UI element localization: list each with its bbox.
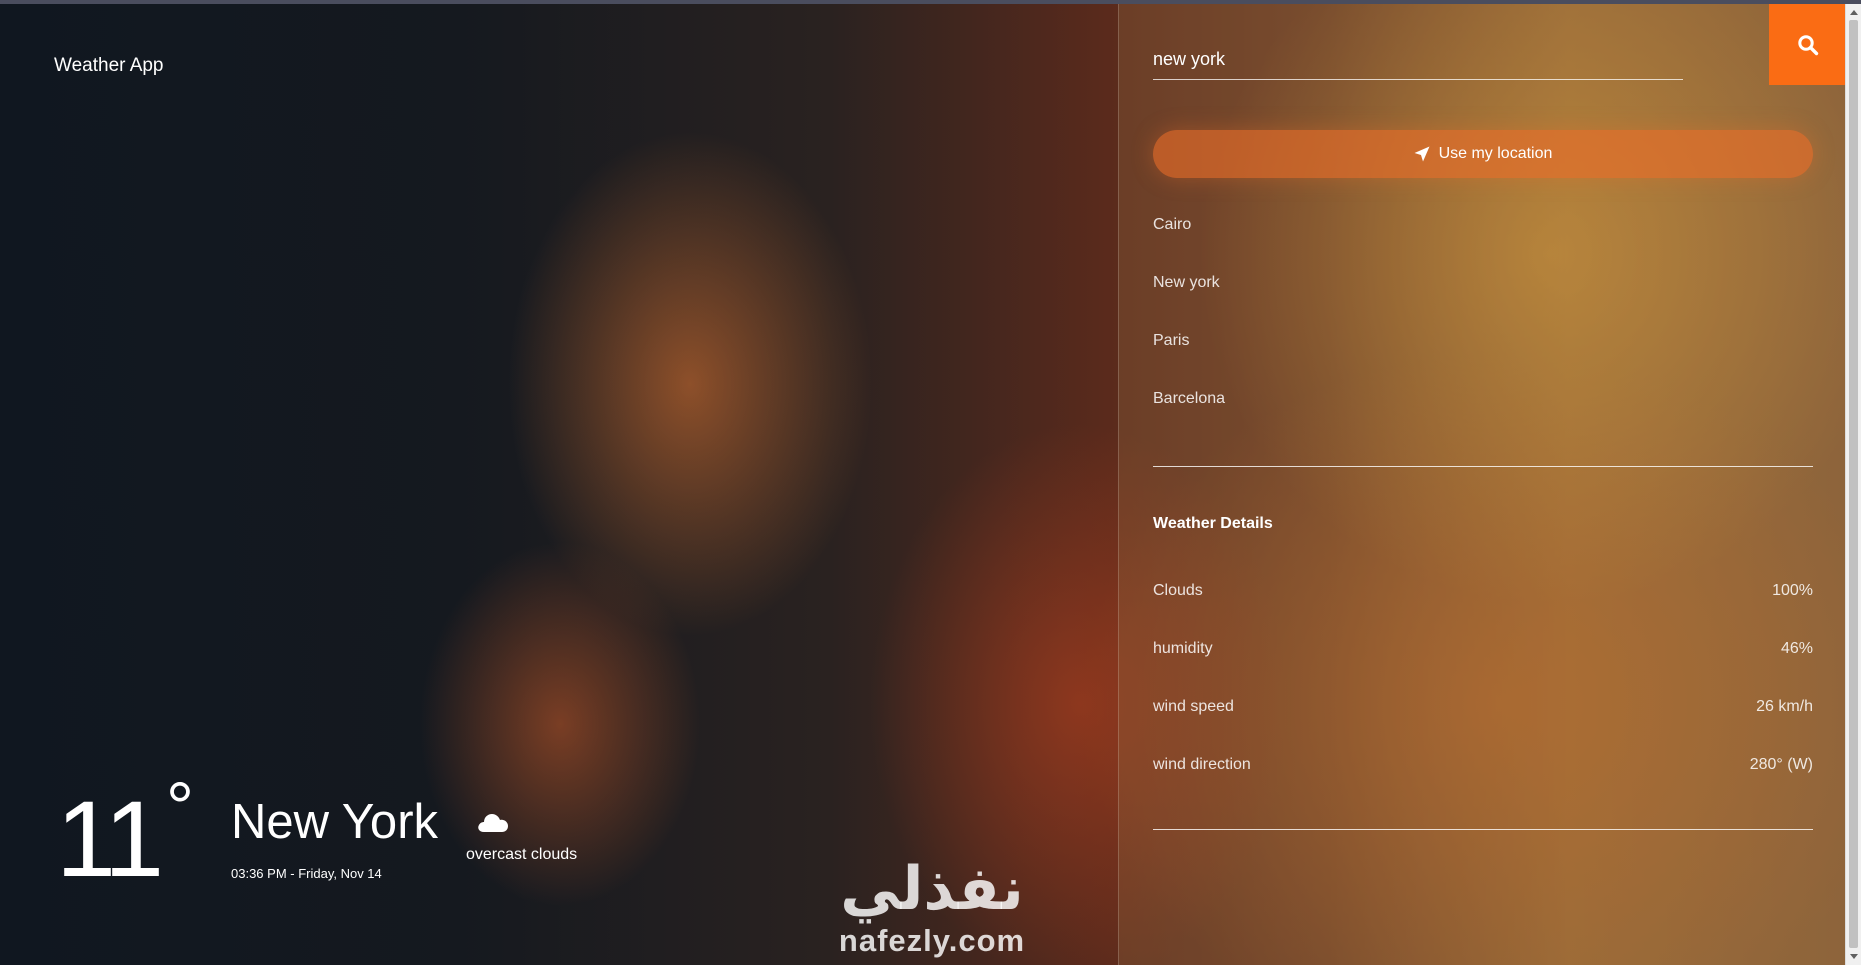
detail-value: 26 km/h [1756, 698, 1813, 715]
location-arrow-icon [1414, 146, 1430, 162]
watermark-logo: نفذلي nafezly.com [822, 854, 1042, 965]
detail-value: 100% [1772, 582, 1813, 599]
detail-row-wind-direction: wind direction 280° (W) [1153, 755, 1813, 813]
city-name: New York [231, 795, 439, 849]
page-scrollbar[interactable] [1845, 4, 1861, 965]
detail-row-wind-speed: wind speed 26 km/h [1153, 697, 1813, 755]
side-panel: Use my location Cairo New york Paris Bar… [1118, 4, 1845, 965]
city-item-paris[interactable]: Paris [1153, 331, 1813, 389]
detail-row-humidity: humidity 46% [1153, 639, 1813, 697]
city-item-new-york[interactable]: New york [1153, 273, 1813, 331]
detail-row-clouds: Clouds 100% [1153, 581, 1813, 639]
details-title: Weather Details [1153, 515, 1273, 532]
divider [1153, 466, 1813, 467]
detail-value: 46% [1780, 640, 1813, 657]
scroll-thumb[interactable] [1849, 20, 1858, 948]
search-icon [1797, 34, 1818, 55]
cloud-icon [478, 814, 508, 832]
condition-text: overcast clouds [466, 846, 578, 863]
watermark-url-text: nafezly.com [838, 923, 1026, 958]
condition-block: overcast clouds [466, 810, 577, 864]
search-input[interactable] [1153, 40, 1683, 80]
watermark-arabic-text: نفذلي [840, 854, 1024, 924]
scroll-down-arrow-icon[interactable] [1850, 954, 1858, 959]
detail-label: humidity [1153, 640, 1213, 657]
temperature: 11 [56, 778, 164, 899]
use-location-button[interactable]: Use my location [1153, 130, 1813, 178]
city-item-cairo[interactable]: Cairo [1153, 215, 1813, 273]
weather-app: Weather App 11 ° New York 03:36 PM - Fri… [0, 4, 1845, 965]
detail-label: Clouds [1153, 582, 1203, 599]
divider [1153, 829, 1813, 830]
weather-details: Clouds 100% humidity 46% wind speed 26 k… [1153, 581, 1813, 813]
detail-value: 280° (W) [1749, 756, 1813, 773]
scroll-up-arrow-icon[interactable] [1850, 10, 1858, 15]
recent-cities-list: Cairo New york Paris Barcelona [1153, 215, 1813, 447]
use-location-label: Use my location [1438, 145, 1553, 162]
search-button[interactable] [1769, 4, 1845, 85]
date-time: 03:36 PM - Friday, Nov 14 [231, 866, 382, 881]
detail-label: wind speed [1153, 698, 1234, 715]
city-block: New York 03:36 PM - Friday, Nov 14 [231, 794, 438, 881]
search-row [1153, 40, 1683, 80]
detail-label: wind direction [1153, 756, 1251, 773]
app-brand: Weather App [54, 55, 164, 76]
city-item-barcelona[interactable]: Barcelona [1153, 389, 1813, 447]
degree-symbol: ° [166, 768, 194, 846]
